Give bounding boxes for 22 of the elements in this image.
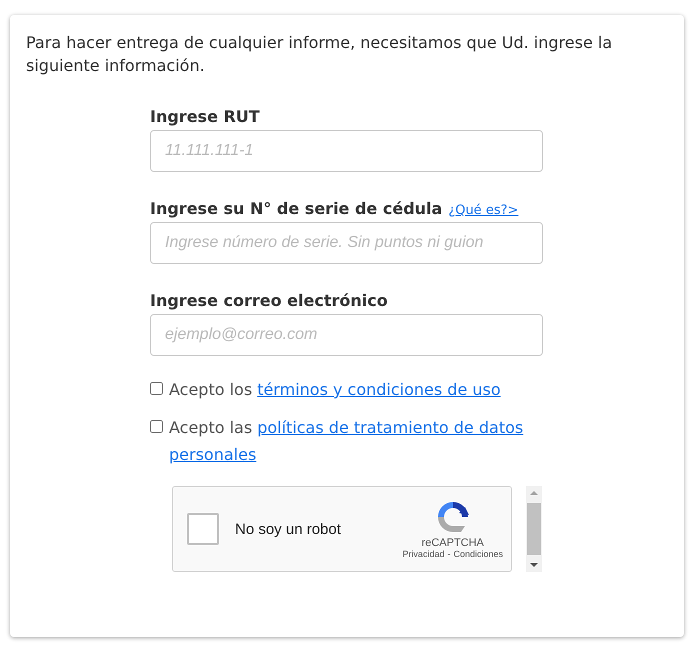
captcha-label: No soy un robot	[235, 520, 342, 538]
conditions-link[interactable]: Condiciones	[453, 549, 503, 559]
field-label: Ingrese correo electrónico	[150, 291, 388, 310]
input-field[interactable]: 11.111.111-1	[150, 130, 543, 172]
terms-link[interactable]: políticas de tratamiento de datos	[257, 414, 524, 441]
field-label: Ingrese RUT	[150, 107, 260, 126]
input-field[interactable]: ejemplo@correo.com	[150, 314, 543, 356]
input-field[interactable]: Ingrese número de serie. Sin puntos ni guion	[150, 222, 543, 264]
scrollbar-icon	[526, 486, 542, 572]
link-separator: -	[447, 549, 450, 559]
captcha-checkbox[interactable]	[187, 513, 219, 545]
intro-text: Para hacer entrega de cualquier informe, necesitamos que Ud. ingrese la siguiente información.	[26, 32, 614, 77]
checkbox[interactable]	[150, 420, 163, 433]
field-label: Ingrese su N° de serie de cédula	[150, 199, 442, 218]
agreement-text: Acepto los	[169, 379, 252, 401]
agreement-text: Acepto las	[169, 417, 252, 439]
terms-link[interactable]: términos y condiciones de uso	[257, 376, 501, 403]
checkbox[interactable]	[150, 382, 163, 395]
recaptcha-brand: reCAPTCHA	[422, 537, 484, 549]
privacy-link[interactable]: Privacidad	[402, 549, 444, 559]
help-link[interactable]: ¿Qué es?>	[448, 203, 518, 218]
terms-link[interactable]: personales	[169, 441, 256, 468]
